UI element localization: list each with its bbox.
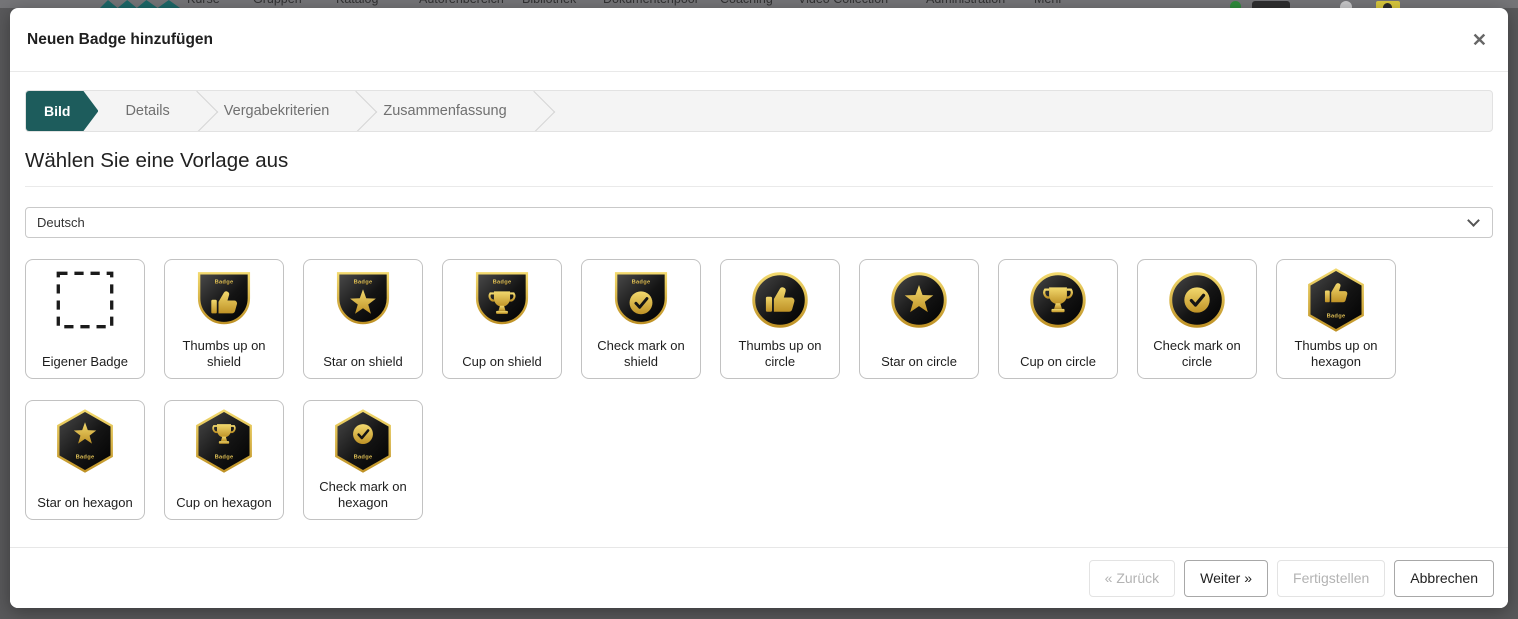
wizard-steps: Bild Details Vergabekriterien Zusammenfa…	[25, 90, 1493, 132]
badge-template-circle-thumbs-up[interactable]: Thumbs up on circle	[720, 259, 840, 379]
background-nav-item: Gruppen	[253, 0, 302, 6]
badge-template-label: Cup on circle	[1003, 354, 1113, 369]
svg-text:Badge: Badge	[632, 279, 651, 285]
badge-template-circle-check[interactable]: Check mark on circle	[1137, 259, 1257, 379]
svg-text:Badge: Badge	[354, 455, 373, 461]
badge-template-label: Thumbs up on shield	[169, 338, 279, 369]
cancel-button[interactable]: Abbrechen	[1394, 560, 1494, 597]
badge-template-label: Thumbs up on hexagon	[1281, 338, 1391, 369]
svg-text:Badge: Badge	[76, 455, 95, 461]
template-section-heading: Wählen Sie eine Vorlage aus	[25, 149, 1493, 187]
thumbs-up-hexagon-icon: Badge	[1301, 265, 1371, 340]
step-vergabekriterien[interactable]: Vergabekriterien	[197, 91, 357, 131]
check-hexagon-icon: Badge	[328, 406, 398, 481]
custom-badge-icon	[50, 265, 120, 340]
finish-button: Fertigstellen	[1277, 560, 1385, 597]
step-zusammenfassung[interactable]: Zusammenfassung	[356, 91, 533, 131]
badge-template-label: Cup on hexagon	[169, 495, 279, 510]
background-nav-item: Mehr	[1034, 0, 1062, 6]
badge-template-label: Check mark on shield	[586, 338, 696, 369]
background-nav-item: Dokumentenpool	[603, 0, 698, 6]
badge-template-hexagon-cup[interactable]: Badge Cup on hexagon	[164, 400, 284, 520]
thumbs-up-shield-icon: Badge	[189, 265, 259, 340]
badge-template-hexagon-check[interactable]: Badge Check mark on hexagon	[303, 400, 423, 520]
badge-template-label: Check mark on circle	[1142, 338, 1252, 369]
svg-text:Badge: Badge	[215, 455, 234, 461]
badge-template-label: Eigener Badge	[30, 354, 140, 369]
background-page-navbar: Kurse Gruppen Katalog Autorenbereich Bibliot…	[0, 0, 1518, 8]
step-bild-label: Bild	[44, 103, 70, 119]
status-dot-icon	[1230, 1, 1241, 8]
badge-template-custom[interactable]: Eigener Badge	[25, 259, 145, 379]
modal-footer: « Zurück Weiter » Fertigstellen Abbreche…	[10, 547, 1508, 608]
step-vergabekriterien-label: Vergabekriterien	[224, 103, 330, 119]
help-icon	[1340, 1, 1352, 8]
badge-template-shield-cup[interactable]: Badge Cup on shield	[442, 259, 562, 379]
modal-header: Neuen Badge hinzufügen ✕	[10, 8, 1508, 72]
svg-text:Badge: Badge	[1327, 314, 1346, 320]
cup-circle-icon	[1023, 265, 1093, 340]
badge-template-shield-star[interactable]: Badge Star on shield	[303, 259, 423, 379]
next-button[interactable]: Weiter »	[1184, 560, 1268, 597]
background-nav-item: Coaching	[720, 0, 773, 6]
add-badge-modal: Neuen Badge hinzufügen ✕ Bild Details Ve…	[10, 8, 1508, 608]
background-nav-item: Bibliothek	[522, 0, 576, 6]
cup-shield-icon: Badge	[467, 265, 537, 340]
background-nav-item: Autorenbereich	[419, 0, 504, 6]
back-button: « Zurück	[1089, 560, 1175, 597]
badge-template-label: Star on circle	[864, 354, 974, 369]
svg-text:Badge: Badge	[215, 279, 234, 285]
badge-template-circle-star[interactable]: Star on circle	[859, 259, 979, 379]
star-shield-icon: Badge	[328, 265, 398, 340]
check-circle-icon	[1162, 265, 1232, 340]
background-logo	[100, 0, 180, 8]
badge-template-hexagon-star[interactable]: Badge Star on hexagon	[25, 400, 145, 520]
badge-template-grid: Eigener BadgeBadgeThumbs up on shieldBad…	[25, 259, 1493, 520]
badge-template-shield-thumbs-up[interactable]: Badge Thumbs up on shield	[164, 259, 284, 379]
badge-template-circle-cup[interactable]: Cup on circle	[998, 259, 1118, 379]
badge-template-label: Cup on shield	[447, 354, 557, 369]
star-circle-icon	[884, 265, 954, 340]
step-details-label: Details	[125, 103, 169, 119]
star-hexagon-icon: Badge	[50, 406, 120, 481]
background-nav-item: Video Collection	[798, 0, 888, 6]
check-shield-icon: Badge	[606, 265, 676, 340]
cup-hexagon-icon: Badge	[189, 406, 259, 481]
step-bild[interactable]: Bild	[26, 91, 98, 131]
avatar	[1376, 1, 1400, 8]
badge-template-label: Thumbs up on circle	[725, 338, 835, 369]
language-select[interactable]: Deutsch	[25, 207, 1493, 238]
svg-text:Badge: Badge	[354, 279, 373, 285]
background-nav-item: Kurse	[187, 0, 220, 6]
language-select-wrap: Deutsch	[25, 207, 1493, 238]
badge-template-label: Star on shield	[308, 354, 418, 369]
modal-title: Neuen Badge hinzufügen	[27, 31, 213, 49]
background-nav-item: Administration	[926, 0, 1005, 6]
badge-template-label: Star on hexagon	[30, 495, 140, 510]
badge-template-label: Check mark on hexagon	[308, 479, 418, 510]
close-icon[interactable]: ✕	[1468, 27, 1491, 53]
background-nav-item: Katalog	[336, 0, 378, 6]
progress-pill-icon	[1252, 1, 1290, 8]
step-zusammenfassung-label: Zusammenfassung	[383, 103, 506, 119]
badge-template-shield-check[interactable]: Badge Check mark on shield	[581, 259, 701, 379]
badge-template-hexagon-thumbs-up[interactable]: Badge Thumbs up on hexagon	[1276, 259, 1396, 379]
svg-text:Badge: Badge	[493, 279, 512, 285]
thumbs-up-circle-icon	[745, 265, 815, 340]
